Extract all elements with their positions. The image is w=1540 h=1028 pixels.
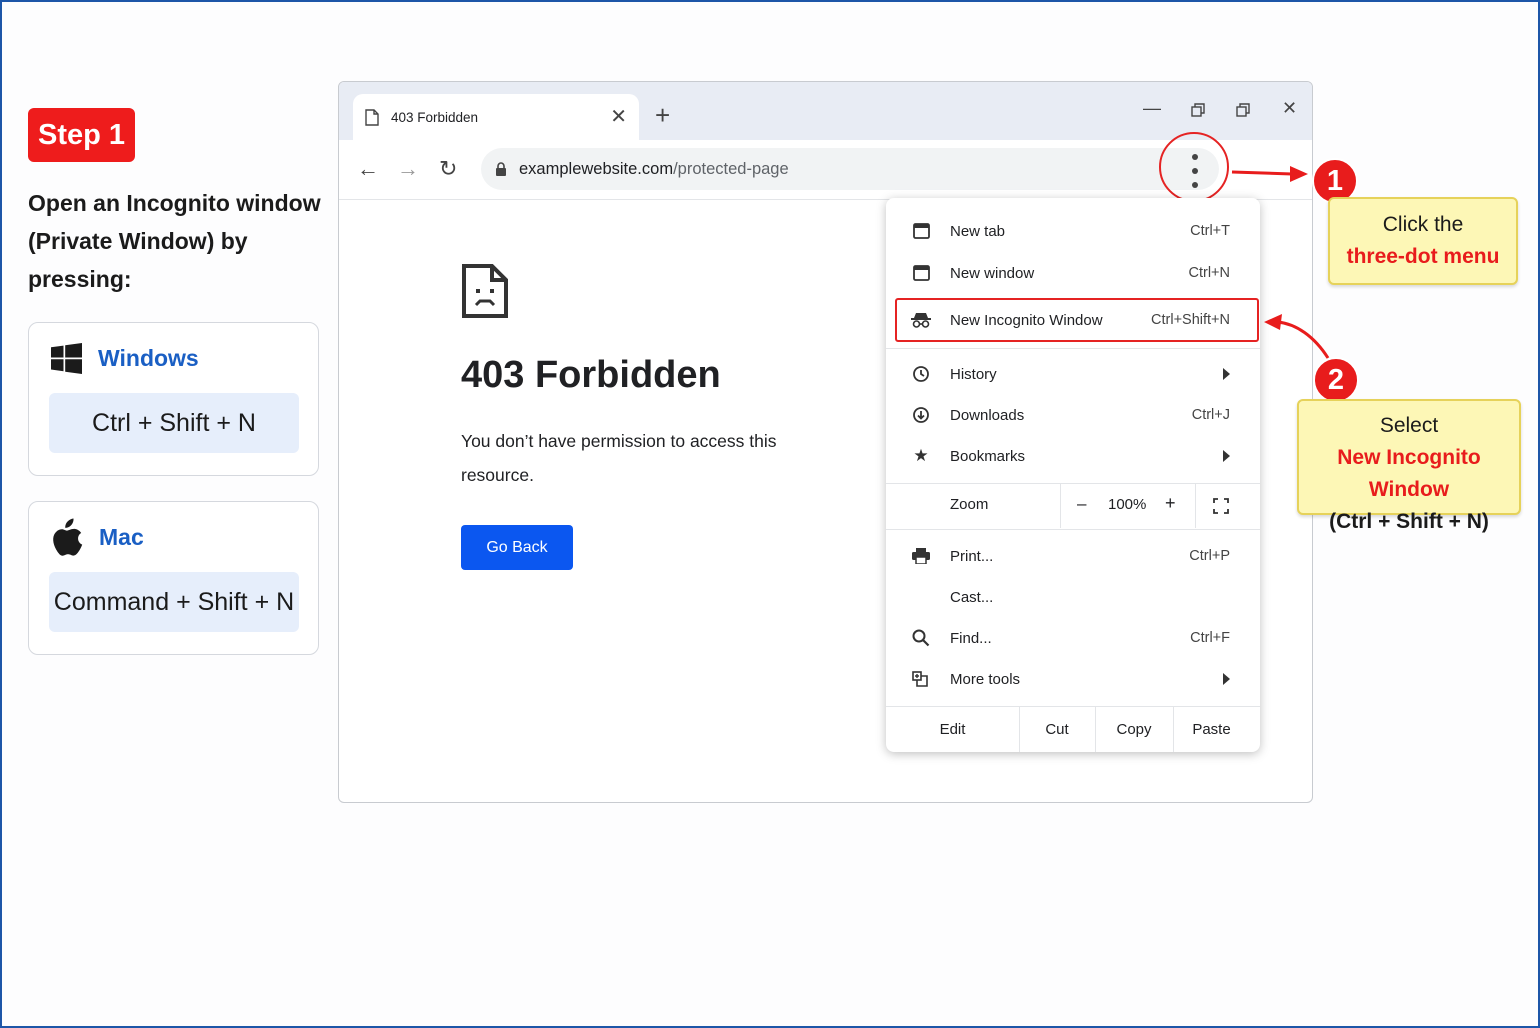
callout-2-line3: (Ctrl + Shift + N) <box>1329 510 1489 533</box>
callout-1-line1: Click the <box>1382 213 1464 236</box>
callout-number-2: 2 <box>1313 357 1359 403</box>
tutorial-frame: Step 1 Open an Incognito window (Private… <box>0 0 1540 1028</box>
callout-box-2: Select New Incognito Window (Ctrl + Shif… <box>1297 399 1521 533</box>
callout-box-1: Click the three-dot menu <box>1328 197 1518 285</box>
callout-2-line2: New Incognito Window <box>1337 446 1481 501</box>
callout-1-line2: three-dot menu <box>1346 245 1500 268</box>
callout-2-line1: Select <box>1379 414 1439 437</box>
